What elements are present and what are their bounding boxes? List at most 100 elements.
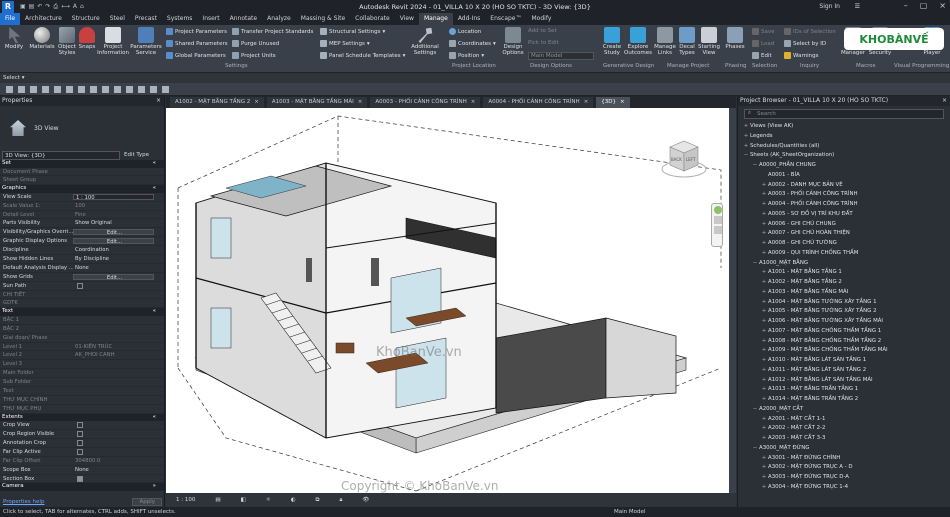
project-parameters-button[interactable]: Project Parameters (166, 28, 227, 35)
browser-item[interactable]: + Views (View AK) (738, 122, 950, 132)
lock-view-icon[interactable]: 🔒︎ (339, 497, 342, 504)
browser-item[interactable]: + A0003 - PHỐI CẢNH CÔNG TRÌNH (738, 190, 950, 200)
phases-button[interactable]: Phases (724, 27, 746, 50)
browser-item[interactable]: − A0000_PHẦN CHUNG (738, 161, 950, 171)
additional-settings-button[interactable]: Additional Settings (410, 27, 440, 56)
expand-toggle-icon[interactable]: + (742, 132, 750, 142)
snaps-button[interactable]: Snaps (78, 27, 96, 50)
browser-item[interactable]: + A1013 - MẶT BẰNG TRẦN TẦNG 1 (738, 385, 950, 395)
expand-toggle-icon[interactable]: + (760, 376, 768, 386)
design-option-select[interactable]: Main Model (528, 52, 594, 60)
browser-item[interactable]: + A1006 - MẶT BẰNG TƯỜNG XÂY TẦNG MÁI (738, 317, 950, 327)
parameters-service-button[interactable]: Parameters Service (130, 27, 162, 56)
expand-toggle-icon[interactable]: + (760, 298, 768, 308)
maximize-icon[interactable]: ▢ (920, 1, 928, 10)
pick-to-edit-button[interactable]: Pick to Edit (528, 40, 559, 46)
far-clip-active-checkbox[interactable] (77, 448, 83, 455)
browser-item[interactable]: + A0009 - QUI TRÌNH CHỐNG THẤM (738, 249, 950, 259)
object-styles-button[interactable]: Object Styles (56, 27, 78, 56)
project-information-button[interactable]: Project Information (97, 27, 129, 56)
sign-in-button[interactable]: Sign In (819, 3, 840, 10)
browser-item[interactable]: + A2002 - MẶT CẮT 2-2 (738, 424, 950, 434)
browser-item[interactable]: + A1007 - MẶT BẰNG CHỐNG THẤM TẦNG 1 (738, 327, 950, 337)
section-box-checkbox[interactable] (77, 475, 83, 482)
browser-item[interactable]: + A1012 - MẶT BẰNG LÁT SÀN TẦNG MÁI (738, 376, 950, 386)
tab-precast[interactable]: Precast (130, 13, 162, 25)
browser-item[interactable]: + A1002 - MẶT BẰNG TẦNG 2 (738, 278, 950, 288)
expand-toggle-icon[interactable]: + (760, 356, 768, 366)
tab-structure[interactable]: Structure (67, 13, 105, 25)
visual-style-icon[interactable]: ◧ (241, 497, 246, 503)
close-tab-icon[interactable]: × (358, 97, 363, 108)
expand-toggle-icon[interactable]: − (751, 259, 759, 269)
expand-toggle-icon[interactable]: + (760, 190, 768, 200)
close-tab-icon[interactable]: × (471, 97, 476, 108)
select-dropdown[interactable]: Select ▾ (3, 75, 24, 81)
browser-item[interactable]: + A0007 - GHI CHÚ HOÀN THIỆN (738, 229, 950, 239)
close-window-icon[interactable]: × (939, 1, 946, 10)
expand-toggle-icon[interactable]: + (760, 424, 768, 434)
toolbar-tool-icon[interactable] (54, 86, 61, 93)
expand-toggle-icon[interactable]: + (760, 249, 768, 259)
starting-view-button[interactable]: Starting View (698, 27, 720, 56)
toolbar-tool-icon[interactable] (6, 86, 13, 93)
browser-item[interactable]: − A1000_MẶT BẰNG (738, 259, 950, 269)
graphic-display-edit-button[interactable]: Edit... (73, 238, 154, 245)
tab-systems[interactable]: Systems (162, 13, 198, 25)
tab-view[interactable]: View (395, 13, 419, 25)
mep-settings-button[interactable]: MEP Settings ▾ (320, 40, 370, 47)
view-tab-3d[interactable]: {3D} × (596, 96, 630, 108)
browser-item[interactable]: A0001 - BÍA (738, 171, 950, 181)
section-graphics[interactable]: Graphics « (0, 185, 164, 193)
canvas-vertical-scrollbar[interactable] (729, 108, 736, 493)
active-workset[interactable]: Main Model (614, 507, 645, 517)
project-units-button[interactable]: Project Units (232, 52, 276, 59)
tab-analyze[interactable]: Analyze (262, 13, 296, 25)
undo-icon[interactable]: ↶ (37, 3, 42, 11)
close-tab-icon[interactable]: × (254, 97, 259, 108)
vg-overrides-edit-button[interactable]: Edit... (73, 229, 154, 236)
expand-toggle-icon[interactable]: + (760, 346, 768, 356)
toolbar-tool-icon[interactable] (138, 86, 145, 93)
type-selector[interactable]: 3D View (0, 106, 164, 150)
browser-item[interactable]: + Schedules/Quantities (all) (738, 142, 950, 152)
browser-item[interactable]: + A1001 - MẶT BẰNG TẦNG 1 (738, 268, 950, 278)
crop-view-checkbox[interactable] (77, 422, 83, 429)
edit-type-button[interactable]: Edit Type (124, 152, 149, 158)
browser-item[interactable]: + A0005 - SƠ ĐỒ VỊ TRÍ KHU ĐẤT (738, 210, 950, 220)
expand-toggle-icon[interactable]: + (760, 307, 768, 317)
coordinates-button[interactable]: Coordinates ▾ (449, 40, 496, 47)
expand-toggle-icon[interactable]: + (760, 229, 768, 239)
expand-toggle-icon[interactable]: + (760, 200, 768, 210)
toolbar-tool-icon[interactable] (78, 86, 85, 93)
toolbar-tool-icon[interactable] (18, 86, 25, 93)
toolbar-tool-icon[interactable] (162, 86, 169, 93)
expand-toggle-icon[interactable]: + (760, 278, 768, 288)
browser-item[interactable]: + A1011 - MẶT BẰNG LÁT SÀN TẦNG 2 (738, 366, 950, 376)
instance-dropdown[interactable]: 3D View: {3D} (2, 150, 120, 160)
browser-item[interactable]: + A1009 - MẶT BẰNG CHỐNG THẤM TẦNG MÁI (738, 346, 950, 356)
view-tab-a1003[interactable]: A1003 - MẶT BẰNG TẦNG MÁI × (266, 96, 368, 108)
zoom-icon[interactable] (714, 216, 722, 224)
tab-enscape[interactable]: Enscape™ (485, 13, 526, 25)
toolbar-tool-icon[interactable] (126, 86, 133, 93)
expand-toggle-icon[interactable]: + (760, 366, 768, 376)
warnings-button[interactable]: Warnings (784, 52, 818, 59)
sun-settings-icon[interactable]: ☼ (266, 497, 271, 503)
expand-toggle-icon[interactable]: + (760, 483, 768, 493)
browser-item[interactable]: + A1014 - MẶT BẰNG TRẦN TẦNG 2 (738, 395, 950, 405)
view-scale-value[interactable]: 1 : 100 (176, 497, 195, 503)
browser-item[interactable]: + A2003 - MẶT CẮT 3-3 (738, 434, 950, 444)
tab-massing-site[interactable]: Massing & Site (296, 13, 350, 25)
purge-unused-button[interactable]: Purge Unused (232, 40, 279, 47)
detail-level-icon[interactable]: ▤ (215, 497, 220, 503)
toolbar-tool-icon[interactable] (30, 86, 37, 93)
global-parameters-button[interactable]: Global Parameters (166, 52, 226, 59)
3d-view-icon[interactable]: ⌂ (80, 3, 84, 11)
expand-toggle-icon[interactable]: + (760, 434, 768, 444)
close-tab-icon[interactable]: × (584, 97, 589, 108)
tab-file[interactable]: File (0, 13, 21, 25)
open-icon[interactable]: ▣ (20, 3, 26, 11)
drawing-area[interactable]: KhoBanVe.vn Copyright © KhoBanVe.vn BACK… (166, 108, 729, 493)
pan-icon[interactable] (714, 226, 722, 234)
